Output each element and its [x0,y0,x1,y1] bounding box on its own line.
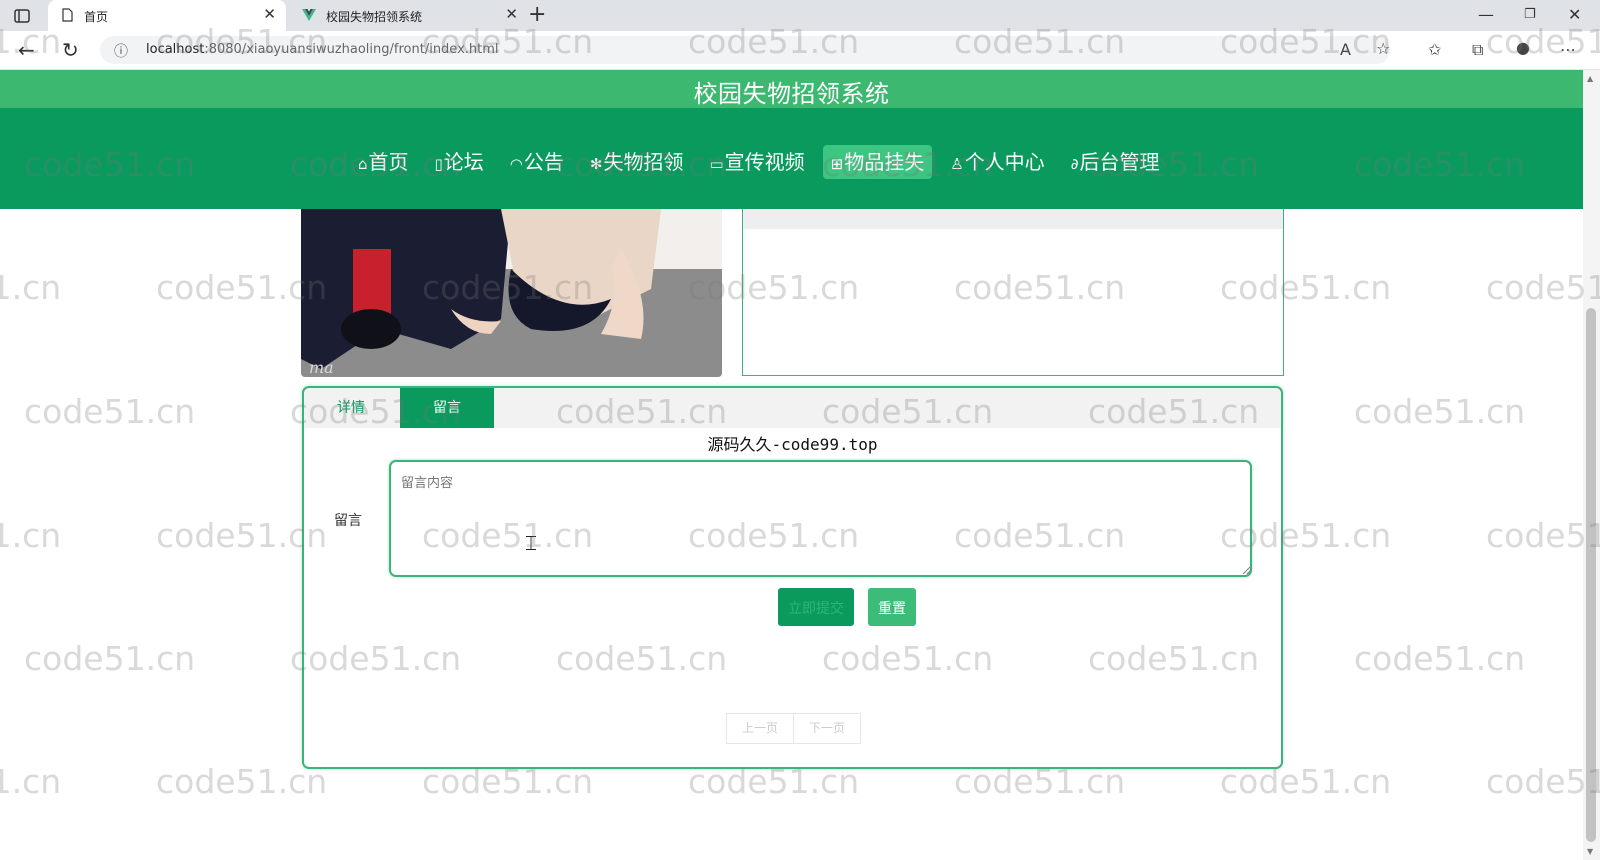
tab-actions-icon[interactable] [12,6,32,26]
nav-item-3[interactable]: ✻失物招领 [582,145,692,179]
nav-label: 失物招领 [603,150,684,174]
profile-avatar-icon[interactable]: ● [1516,38,1530,57]
page-icon [62,8,73,22]
minimize-icon[interactable]: — [1478,5,1494,24]
nav-label: 首页 [368,150,409,174]
add-favorite-icon[interactable]: ☆ [1376,39,1390,58]
item-info-panel [742,209,1284,376]
nav-icon: ◠ [509,155,523,173]
back-icon[interactable]: ← [18,38,35,62]
tab-detail[interactable]: 详情 [304,388,398,428]
comment-label: 留言 [334,513,362,529]
scrollbar-thumb[interactable] [1586,308,1596,842]
nav-icon: ∂ [1070,155,1079,173]
nav-item-7[interactable]: ∂后台管理 [1063,145,1168,179]
browser-address-bar: ← ↻ ⓘ localhost:8080/xiaoyuansiwuzhaolin… [0,31,1600,70]
textarea-resize-handle[interactable] [1243,566,1251,574]
info-panel-strip [743,209,1283,229]
url-text: localhost:8080/xiaoyuansiwuzhaoling/fron… [146,42,499,57]
watermark-text: code51.cn [1354,639,1526,678]
nav-icon: ▯ [434,155,443,173]
tab-header: 详情 留言 [304,388,1281,428]
favorites-icon[interactable]: ✩ [1428,40,1441,59]
browser-tab-strip: 首页 ✕ 校园失物招领系统 ✕ + — ❐ ✕ [0,0,1600,32]
prev-page-button[interactable]: 上一页 [727,714,793,743]
vue-logo-icon [302,9,316,21]
url-field[interactable]: ⓘ localhost:8080/xiaoyuansiwuzhaoling/fr… [100,36,1390,64]
nav-icon: ✻ [589,155,603,173]
close-tab-icon[interactable]: ✕ [505,5,518,23]
browser-tab-system[interactable]: 校园失物招领系统 ✕ [290,0,528,31]
nav-label: 公告 [523,150,564,174]
item-photo: ma [301,209,722,377]
browser-tab-label: 校园失物招领系统 [326,10,423,24]
pagination: 上一页 下一页 [726,713,861,744]
nav-item-6[interactable]: ♙个人中心 [942,145,1052,179]
submit-button[interactable]: 立即提交 [778,588,854,626]
nav-icon: ▭ [709,155,724,173]
watermark-text: code51.cn [24,392,196,431]
nav-item-4[interactable]: ▭宣传视频 [701,145,812,179]
page-scrollbar[interactable]: ▲ ▼ [1583,70,1600,860]
nav-item-2[interactable]: ◠公告 [502,145,572,179]
nav-label: 后台管理 [1079,150,1160,174]
reset-button[interactable]: 重置 [868,588,916,626]
watermark-text: code51.cn [1354,392,1526,431]
nav-label: 物品挂失 [844,150,925,174]
site-info-icon[interactable]: ⓘ [114,41,128,61]
tab-comment[interactable]: 留言 [400,388,494,428]
nav-label: 论坛 [443,150,484,174]
main-navigation: ⌂首页 ▯论坛 ◠公告 ✻失物招领 ▭宣传视频 ⊞物品挂失 ♙个人中心 ∂后台管理 [0,108,1583,209]
window-close-icon[interactable]: ✕ [1568,5,1581,24]
scroll-up-icon[interactable]: ▲ [1587,74,1593,83]
nav-label: 个人中心 [964,150,1045,174]
watermark-text: code51.cn [0,268,62,307]
nav-label: 宣传视频 [724,150,805,174]
source-notice: 源码久久-code99.top [707,435,878,454]
more-menu-icon[interactable]: ⋯ [1560,40,1576,59]
watermark-text: code51.cn [156,762,328,801]
next-page-button[interactable]: 下一页 [793,714,860,743]
site-header: 校园失物招领系统 [0,70,1583,108]
nav-item-5[interactable]: ⊞物品挂失 [822,145,933,179]
watermark-text: code51.cn [24,639,196,678]
nav-icon: ♙ [950,155,964,173]
read-aloud-icon[interactable]: A [1340,40,1351,59]
watermark-text: code51.cn [0,762,62,801]
watermark-text: code51.cn [0,516,62,555]
nav-item-0[interactable]: ⌂首页 [350,145,417,179]
reload-icon[interactable]: ↻ [62,38,79,62]
text-cursor-icon: ⌶ [525,531,537,555]
nav-menu: ⌂首页 ▯论坛 ◠公告 ✻失物招领 ▭宣传视频 ⊞物品挂失 ♙个人中心 ∂后台管理 [350,144,1177,180]
svg-text:ma: ma [309,358,334,377]
browser-tab-home[interactable]: 首页 ✕ [48,0,286,31]
site-title: 校园失物招领系统 [693,80,890,108]
collections-icon[interactable]: ⧉ [1472,40,1483,60]
scroll-down-icon[interactable]: ▼ [1587,847,1593,856]
new-tab-icon[interactable]: + [528,2,546,27]
browser-tab-label: 首页 [84,10,109,24]
nav-item-1[interactable]: ▯论坛 [427,145,492,179]
comment-textarea[interactable] [389,460,1252,577]
close-tab-icon[interactable]: ✕ [263,5,276,23]
nav-icon: ⌂ [358,155,368,173]
detail-tabs-card: 详情 留言 源码久久-code99.top 留言 ⌶ 立即提交 重置 上一页 下… [302,386,1283,769]
nav-icon: ⊞ [830,155,844,173]
restore-icon[interactable]: ❐ [1524,7,1536,22]
